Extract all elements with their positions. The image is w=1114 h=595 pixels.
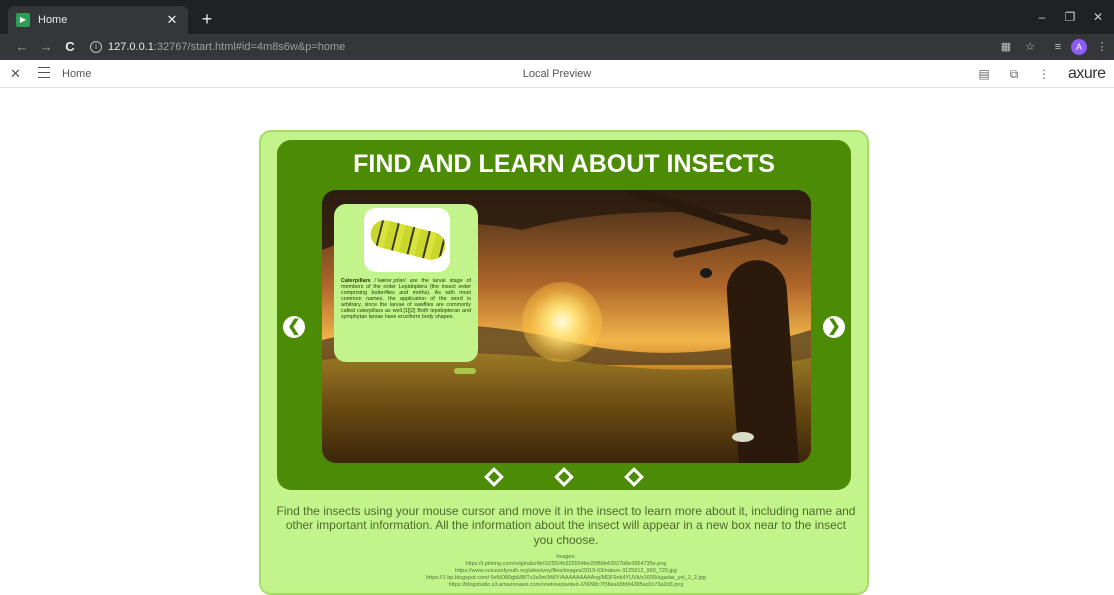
insect-hotspot-caterpillar[interactable] <box>454 368 476 374</box>
image-credits: Images: https://i.pinimg.com/originals/4… <box>261 554 871 588</box>
url-host: 127.0.0.1 <box>108 41 154 53</box>
browser-menu-icon[interactable]: ⋮ <box>1092 37 1112 57</box>
image-link[interactable]: https://i.pinimg.com/originals/4b/32/55/… <box>261 561 871 568</box>
image-link[interactable]: https://blogstudio.s3.amazonaws.com/onet… <box>261 582 871 589</box>
url-field[interactable]: i 127.0.0.1 :32767/start.html#id=4m8s6w&… <box>90 37 980 57</box>
site-info-icon[interactable]: i <box>90 41 102 53</box>
browser-tab-strip: ▶ Home ✕ + – ❐ ✕ <box>0 0 1114 34</box>
tab-title: Home <box>38 14 68 26</box>
landscape-image: Caterpillars /ˈkætərˌpɪlər/ are the larv… <box>322 190 811 463</box>
image-link[interactable]: https://1.bp.blogspot.com/-5xNO80gbM8/Tv… <box>261 575 871 582</box>
next-slide-button[interactable]: ❯ <box>823 316 845 338</box>
insect-description: Caterpillars /ˈkætərˌpɪlər/ are the larv… <box>341 278 471 320</box>
media-queue-icon[interactable]: ≡ <box>1048 37 1068 57</box>
instructions-text: Find the insects using your mouse cursor… <box>276 504 856 547</box>
images-heading: Images: <box>556 554 576 560</box>
close-window-button[interactable]: ✕ <box>1086 6 1110 28</box>
preview-label: Local Preview <box>522 68 592 80</box>
notes-icon[interactable]: ▤ <box>976 66 992 82</box>
page-title: FIND AND LEARN ABOUT INSECTS <box>353 150 775 178</box>
sitemap-menu-icon[interactable] <box>38 67 50 79</box>
slideshow-frame: FIND AND LEARN ABOUT INSECTS Caterpillar… <box>277 140 851 490</box>
axure-logo: axure <box>1068 65 1106 82</box>
back-icon[interactable]: ← <box>12 37 32 57</box>
tab-close-icon[interactable]: ✕ <box>164 12 180 28</box>
bookmark-star-icon[interactable]: ☆ <box>1020 37 1040 57</box>
slide-indicator-3[interactable] <box>624 467 644 487</box>
axure-toolbar: ✕ Home Local Preview ▤ ⧉ ⋮ axure <box>0 60 1114 88</box>
url-path: :32767/start.html#id=4m8s6w&p=home <box>153 41 346 53</box>
insect-hotspot-beetle[interactable] <box>700 268 712 278</box>
insects-panel: FIND AND LEARN ABOUT INSECTS Caterpillar… <box>259 130 869 595</box>
profile-avatar[interactable]: A <box>1071 39 1087 55</box>
slide-indicator-2[interactable] <box>554 467 574 487</box>
forward-icon[interactable]: → <box>36 37 56 57</box>
translate-icon[interactable]: ▦ <box>996 37 1016 57</box>
previous-slide-button[interactable]: ❮ <box>283 316 305 338</box>
insect-hotspot-dragonfly[interactable] <box>732 432 754 442</box>
image-link[interactable]: https://www.voicesofyouth.org/sites/voy/… <box>261 568 871 575</box>
insect-info-box: Caterpillars /ˈkætərˌpɪlər/ are the larv… <box>334 204 478 362</box>
more-options-icon[interactable]: ⋮ <box>1036 66 1052 82</box>
caterpillar-shape <box>367 217 449 263</box>
minimize-window-button[interactable]: – <box>1030 6 1054 28</box>
inspect-icon[interactable]: ⧉ <box>1006 66 1022 82</box>
restore-window-button[interactable]: ❐ <box>1058 6 1082 28</box>
close-sitemap-icon[interactable]: ✕ <box>10 66 21 82</box>
slide-indicator-1[interactable] <box>484 467 504 487</box>
browser-tab[interactable]: ▶ Home ✕ <box>8 6 188 34</box>
current-page-name: Home <box>62 68 92 80</box>
favicon-icon: ▶ <box>16 13 30 27</box>
insect-details: /ˈkætərˌpɪlər/ are the larval stage of m… <box>341 278 471 321</box>
address-bar: ← → C i 127.0.0.1 :32767/start.html#id=4… <box>0 34 1114 60</box>
new-tab-button[interactable]: + <box>196 8 218 30</box>
sun-glow <box>522 282 602 362</box>
caterpillar-photo <box>364 208 450 272</box>
reload-icon[interactable]: C <box>60 37 80 57</box>
